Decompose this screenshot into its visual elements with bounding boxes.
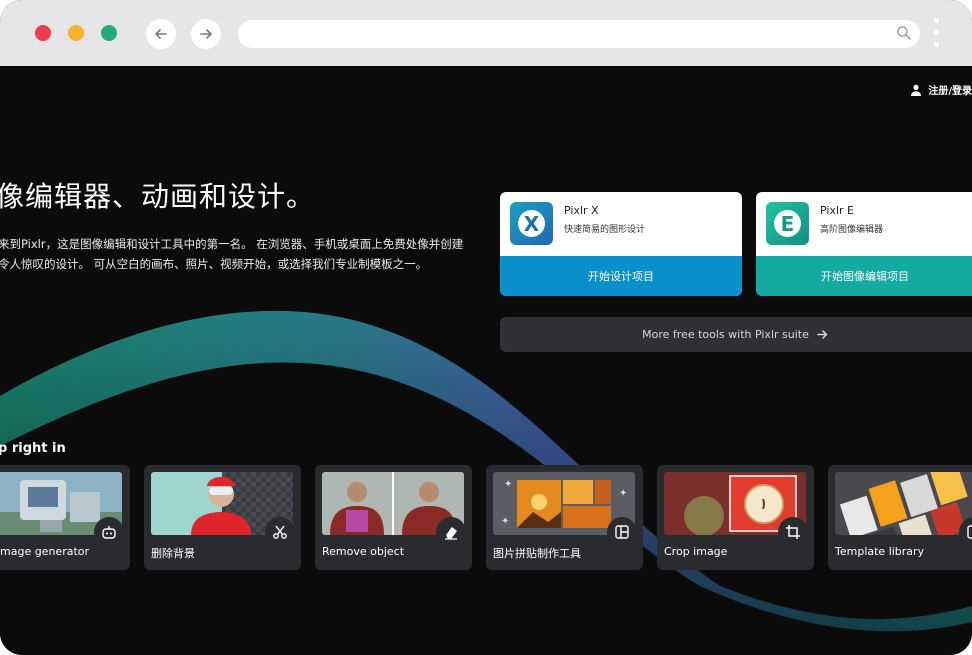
app-subtitle: 快速简易的图形设计 <box>564 225 646 235</box>
kebab-menu-icon[interactable] <box>933 18 941 50</box>
tool-card-collage-maker[interactable]: ✦ ✦ ✦ 图片拼贴制作工具 <box>486 465 643 570</box>
pixlr-x-logo: X <box>510 202 553 245</box>
page-content: 注册/登录 像编辑器、动画和设计。 来到Pixlr，这是图像编辑和设计工具中的第… <box>0 66 972 655</box>
robot-icon <box>94 517 124 547</box>
tool-card-template-library[interactable]: Template library <box>828 465 972 570</box>
minimize-window-button[interactable] <box>68 25 84 41</box>
tool-card-image-generator[interactable]: mage generator <box>0 465 130 570</box>
search-icon[interactable] <box>896 25 912 41</box>
crop-icon <box>778 517 808 547</box>
close-window-button[interactable] <box>35 25 51 41</box>
tool-label: 图片拼贴制作工具 <box>493 547 581 560</box>
login-label: 注册/登录 <box>928 86 972 97</box>
svg-text:✦: ✦ <box>619 488 627 499</box>
tool-label: Remove object <box>322 545 405 558</box>
tool-card-crop-image[interactable]: Crop image <box>657 465 814 570</box>
app-name: Pixlr X <box>564 204 599 217</box>
address-bar[interactable] <box>238 20 920 48</box>
pixlr-e-card[interactable]: E Pixlr E 高阶图像编辑器 开始图像编辑项目 <box>756 192 972 296</box>
tool-label: Crop image <box>664 545 728 558</box>
tool-label: 删除背景 <box>151 547 195 560</box>
tool-thumbnail <box>835 472 972 535</box>
tool-card-remove-background[interactable]: 删除背景 <box>144 465 301 570</box>
tool-label: Template library <box>835 545 925 558</box>
app-subtitle: 高阶图像编辑器 <box>820 225 884 235</box>
collage-icon <box>607 517 637 547</box>
pixlr-e-logo: E <box>766 202 809 245</box>
forward-arrow-icon <box>200 29 212 39</box>
browser-chrome <box>0 0 972 66</box>
section-title: p right in <box>0 441 66 456</box>
hero-description: 来到Pixlr，这是图像编辑和设计工具中的第一名。 在浏览器、手机或桌面上免费处… <box>0 237 464 271</box>
start-editing-button[interactable]: 开始图像编辑项目 <box>756 256 972 296</box>
login-link[interactable]: 注册/登录 <box>910 82 972 97</box>
svg-text:✦: ✦ <box>501 516 509 527</box>
tool-card-remove-object[interactable]: Remove object <box>315 465 472 570</box>
start-design-button[interactable]: 开始设计项目 <box>500 256 742 296</box>
browser-window: 注册/登录 像编辑器、动画和设计。 来到Pixlr，这是图像编辑和设计工具中的第… <box>0 0 972 655</box>
arrow-right-icon <box>817 330 828 339</box>
app-name: Pixlr E <box>820 204 854 217</box>
page-title: 像编辑器、动画和设计。 <box>0 180 316 213</box>
back-arrow-icon <box>155 29 167 39</box>
svg-text:✦: ✦ <box>504 479 512 490</box>
tool-label: mage generator <box>0 545 90 558</box>
back-button[interactable] <box>146 19 176 49</box>
scissors-icon <box>265 517 295 547</box>
pixlr-x-card[interactable]: X Pixlr X 快速简易的图形设计 开始设计项目 <box>500 192 742 296</box>
eraser-icon <box>436 517 466 547</box>
more-tools-button[interactable]: More free tools with Pixlr suite <box>500 317 972 352</box>
user-icon <box>911 84 922 96</box>
maximize-window-button[interactable] <box>101 25 117 41</box>
forward-button[interactable] <box>191 19 221 49</box>
more-tools-label: More free tools with Pixlr suite <box>642 328 809 341</box>
